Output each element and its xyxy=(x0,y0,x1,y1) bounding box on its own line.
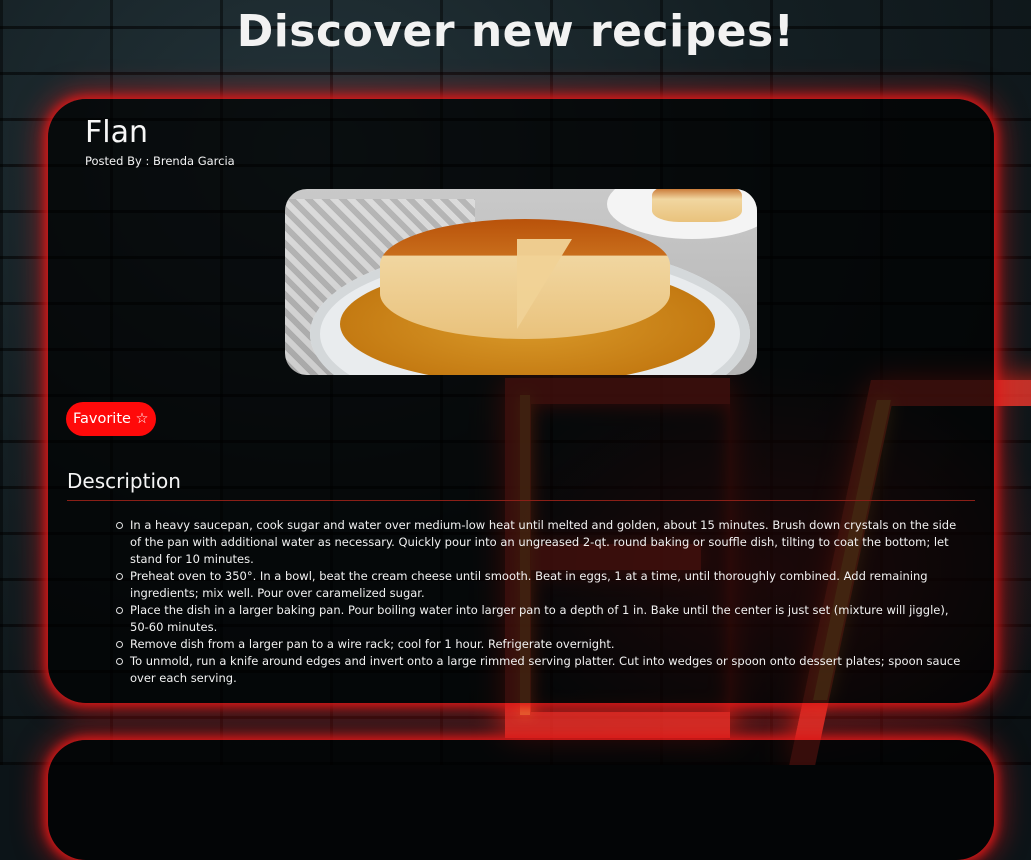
instruction-step: In a heavy saucepan, cook sugar and wate… xyxy=(116,517,970,568)
image-flan-cut xyxy=(517,239,572,329)
description-divider xyxy=(67,500,975,501)
instruction-step: To unmold, run a knife around edges and … xyxy=(116,653,970,687)
image-side-flan xyxy=(652,189,742,222)
instruction-step: Place the dish in a larger baking pan. P… xyxy=(116,602,970,636)
recipe-card: Flan Posted By : Brenda Garcia Favorite … xyxy=(48,99,994,703)
recipe-image xyxy=(285,189,757,375)
instruction-step: Remove dish from a larger pan to a wire … xyxy=(116,636,970,653)
favorite-button[interactable]: Favorite ☆ xyxy=(66,402,156,436)
page-title: Discover new recipes! xyxy=(236,6,795,57)
recipe-name: Flan xyxy=(85,115,148,150)
next-recipe-card xyxy=(48,740,994,860)
instructions-list: In a heavy saucepan, cook sugar and wate… xyxy=(116,517,970,687)
description-heading: Description xyxy=(67,469,181,493)
instruction-step: Preheat oven to 350°. In a bowl, beat th… xyxy=(116,568,970,602)
recipe-author: Posted By : Brenda Garcia xyxy=(85,154,235,168)
